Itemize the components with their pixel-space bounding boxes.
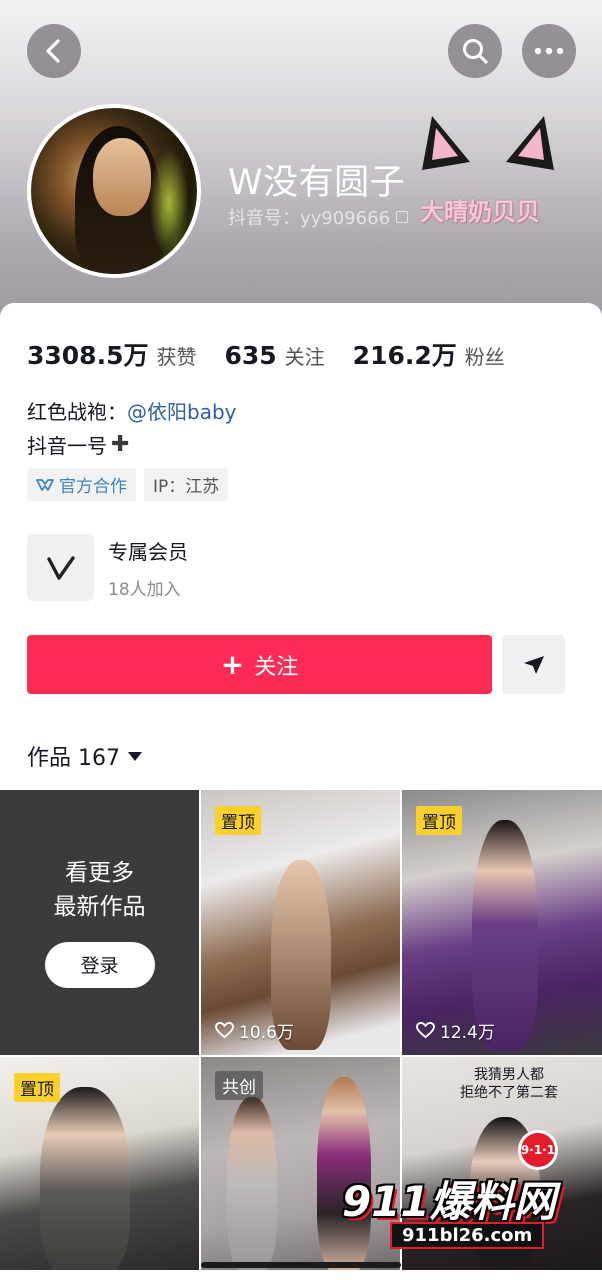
heart-icon [215,1022,234,1039]
ip-location-tag: IP：江苏 [144,468,229,501]
search-button[interactable] [448,24,502,78]
stat-label: 获赞 [156,345,197,369]
video-thumbnail[interactable]: 置顶 10.6万 [201,790,400,1055]
back-button[interactable] [27,24,81,78]
promo-line-1: 看更多 [65,860,134,887]
membership-entry[interactable]: 专属会员 18人加入 [27,534,188,601]
search-icon [463,39,488,64]
mention-link[interactable]: @依阳baby [127,400,236,424]
site-watermark-logo: 9·1·1 911爆料网 911bl26.com [334,1130,594,1256]
login-button[interactable]: 登录 [44,941,155,988]
more-horizontal-icon [534,47,564,55]
heavy-plus-icon: ✚ [111,432,130,457]
stat-value: 635 [224,341,277,370]
pinned-badge: 置顶 [416,806,462,835]
watermark-title: 911爆料网 [342,1177,556,1226]
works-tab[interactable]: 作品 167 [27,740,142,772]
like-count: 10.6万 [215,1018,294,1043]
membership-logo [27,534,94,601]
like-count-text: 10.6万 [239,1023,294,1043]
stat-value: 216.2万 [352,341,457,370]
video-thumbnail[interactable]: 置顶 [0,1057,199,1270]
pinned-badge: 置顶 [215,806,261,835]
watermark-url: 911bl26.com [390,1222,545,1249]
handshake-icon [36,478,54,491]
paper-plane-icon [523,655,544,674]
stat-value: 3308.5万 [27,341,149,370]
v-logo-icon [46,555,75,580]
copy-icon[interactable] [396,211,409,223]
overlay-watermark: 大晴奶贝贝 [420,198,540,226]
home-indicator[interactable] [201,1262,401,1268]
caption-line-1: 我猜男人都 [474,1067,544,1083]
bio-text: 抖音一号 [27,434,107,458]
heart-icon [416,1022,435,1039]
send-message-button[interactable] [502,635,565,694]
cat-ears-sticker [422,116,554,170]
login-promo-tile: 看更多 最新作品 登录 [0,790,199,1055]
chevron-left-icon [46,39,60,63]
username: W没有圆子 [228,163,406,203]
pinned-badge: 置顶 [14,1073,60,1102]
membership-title: 专属会员 [108,539,188,564]
stat-likes[interactable]: 3308.5万 获赞 [27,336,196,372]
more-button[interactable] [522,24,576,78]
official-collab-label: 官方合作 [59,477,127,497]
caption-line-2: 拒绝不了第二套 [460,1084,558,1101]
membership-subtitle: 18人加入 [108,579,181,600]
stats-row: 3308.5万 获赞 635 关注 216.2万 粉丝 [27,336,533,372]
tag-row: 官方合作 IP：江苏 [27,468,229,501]
stat-label: 关注 [284,345,325,369]
watermark-badge: 9·1·1 [518,1130,558,1170]
stat-label: 粉丝 [464,345,505,369]
plus-icon: + [220,647,245,681]
promo-line-2: 最新作品 [53,893,146,920]
follow-label: 关注 [254,654,299,680]
bio-line-1: 红色战袍：@依阳baby [27,396,236,425]
like-count-text: 12.4万 [440,1023,495,1043]
bio-line-2: 抖音一号 ✚ [27,430,129,459]
douyin-id-text: 抖音号：yy909666 [228,208,391,229]
follow-button[interactable]: + 关注 [27,635,492,694]
stat-followers[interactable]: 216.2万 粉丝 [353,336,505,372]
like-count: 12.4万 [416,1018,495,1043]
official-collab-tag[interactable]: 官方合作 [27,468,136,501]
video-thumbnail[interactable]: 置顶 12.4万 [402,790,602,1055]
caret-down-icon [128,751,142,761]
stat-following[interactable]: 635 关注 [224,341,324,370]
avatar[interactable] [27,104,201,278]
douyin-id[interactable]: 抖音号：yy909666 [228,204,409,230]
collab-badge: 共创 [215,1071,263,1100]
ip-location-label: IP：江苏 [153,477,220,497]
works-label: 作品 167 [27,746,120,771]
bio-prefix: 红色战袍： [27,400,127,424]
video-caption: 我猜男人都 拒绝不了第二套 [460,1067,558,1102]
